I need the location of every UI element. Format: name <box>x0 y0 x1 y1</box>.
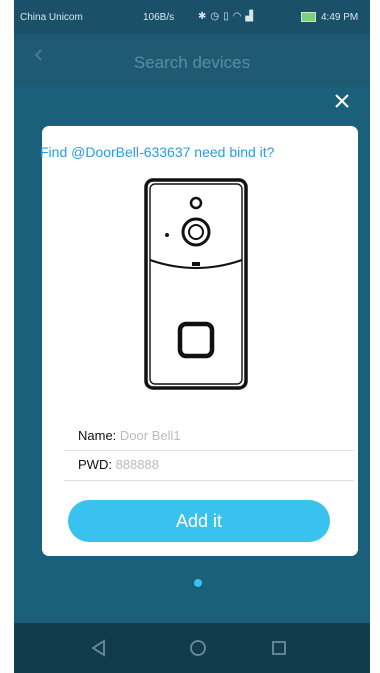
pwd-value: 888888 <box>115 457 159 472</box>
close-icon[interactable] <box>334 93 350 109</box>
battery-icon <box>301 12 316 22</box>
bluetooth-icon: ✱ <box>198 11 207 22</box>
vibrate-icon: ▯ <box>223 11 229 22</box>
add-it-button[interactable]: Add it <box>68 500 330 542</box>
name-label: Name: <box>78 428 117 443</box>
name-value: Door Bell1 <box>119 428 181 443</box>
nav-home-icon[interactable] <box>188 638 208 658</box>
divider <box>64 480 354 481</box>
status-bar: China Unicom 106B/s ✱ ◷ ▯ ◠ ▟ 4:49 PM <box>14 0 370 34</box>
nav-recent-apps-icon[interactable] <box>270 639 288 657</box>
clock: 4:49 PM <box>321 12 359 23</box>
status-icons: ✱ ◷ ▯ ◠ ▟ <box>198 11 253 22</box>
divider <box>64 450 354 451</box>
page-title: Search devices <box>133 53 251 72</box>
pwd-label: PWD: <box>78 457 112 472</box>
wifi-icon: ◠ <box>232 11 242 22</box>
carrier-label: China Unicom <box>20 12 83 23</box>
pwd-field[interactable]: PWD: 888888 <box>78 457 159 472</box>
bind-prompt: Find @DoorBell-633637 need bind it? <box>40 144 275 160</box>
network-speed: 106B/s <box>143 12 175 23</box>
alarm-icon: ◷ <box>210 11 220 22</box>
page-indicator-dot <box>194 579 202 587</box>
doorbell-device-icon <box>144 178 248 390</box>
name-field[interactable]: Name: Door Bell1 <box>78 428 181 443</box>
signal-icon: ▟ <box>245 11 254 22</box>
nav-back-icon[interactable] <box>89 638 109 658</box>
